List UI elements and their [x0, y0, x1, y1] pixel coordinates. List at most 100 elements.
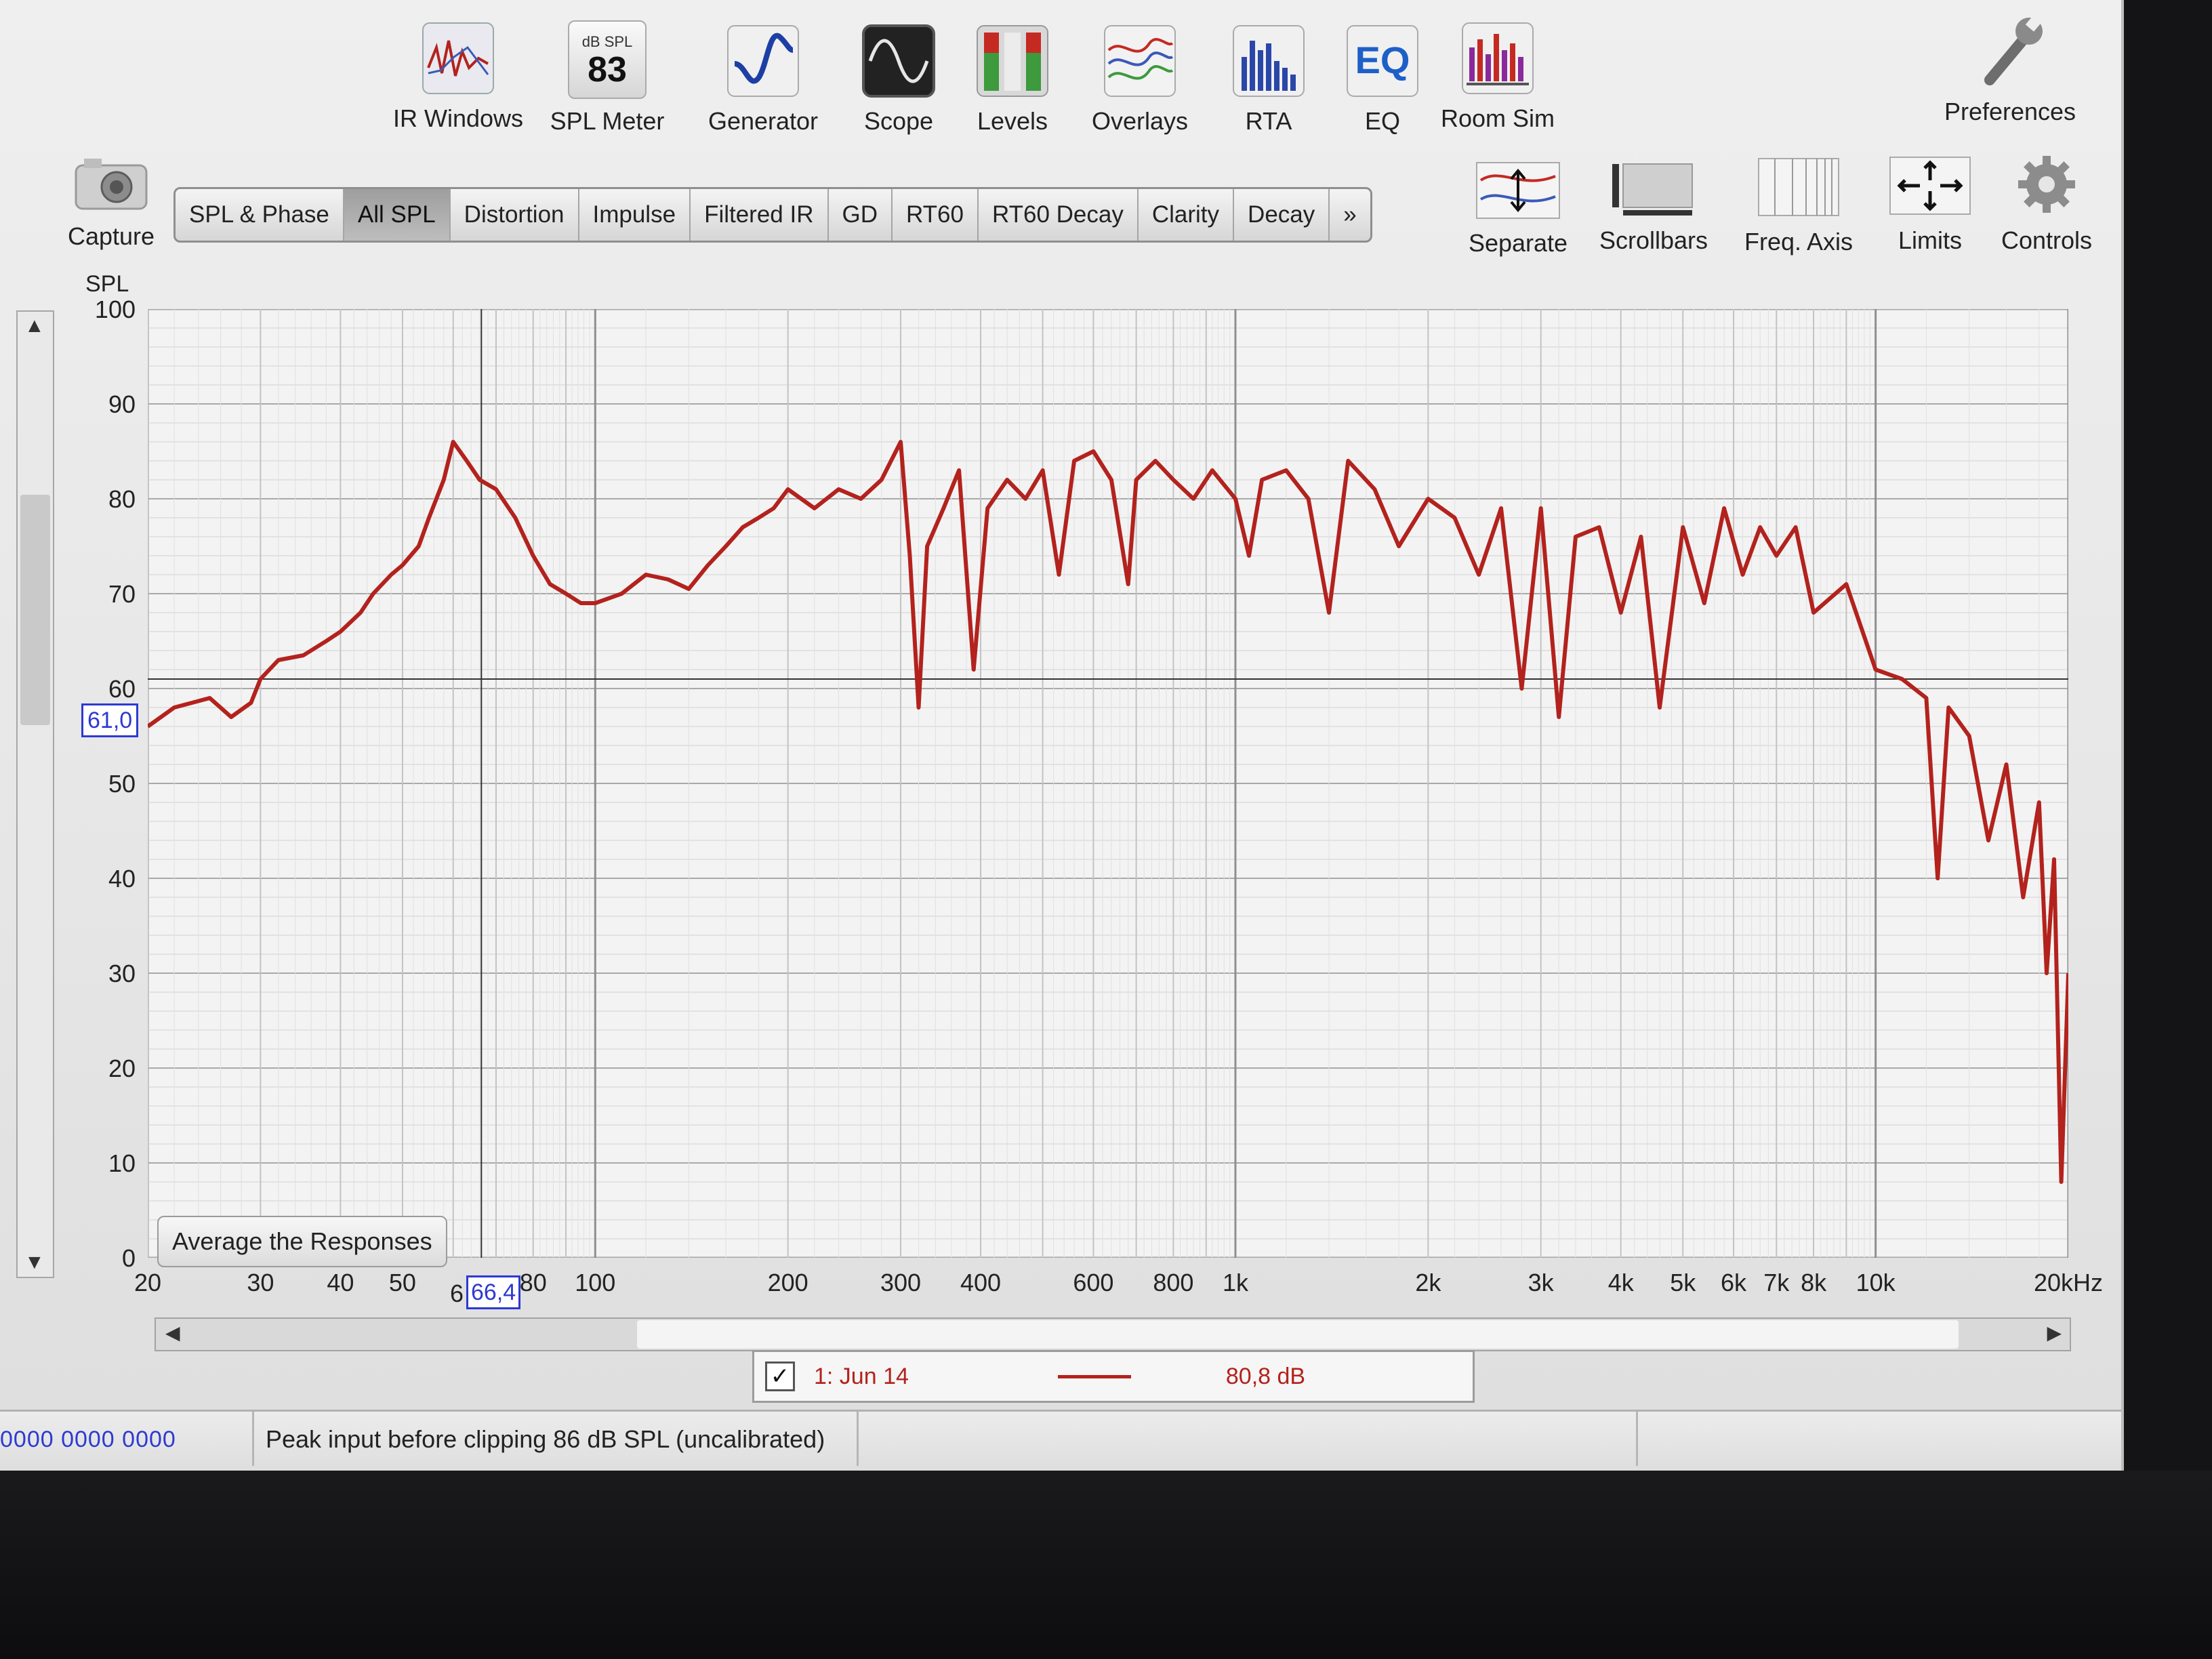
toolbar-label: Scope — [863, 107, 934, 135]
status-divider — [857, 1412, 859, 1466]
x-tick-label: 10k — [1856, 1269, 1896, 1296]
toolbar-levels[interactable]: Levels — [945, 23, 1080, 136]
tab-impulse[interactable]: Impulse — [579, 189, 691, 241]
average-responses-button[interactable]: Average the Responses — [157, 1216, 447, 1267]
toolbar-label: EQ — [1364, 107, 1400, 135]
graph-tabs: SPL & Phase All SPL Distortion Impulse F… — [173, 187, 1372, 243]
scroll-left-arrow-icon[interactable]: ◀ — [165, 1322, 180, 1344]
tab-spl-phase[interactable]: SPL & Phase — [176, 189, 344, 241]
wrench-icon — [1969, 8, 2051, 89]
x-tick-label: 4k — [1607, 1269, 1634, 1296]
x-tick-label: 800 — [1153, 1269, 1194, 1296]
toolbar-spl-meter[interactable]: dB SPL 83 SPL Meter — [539, 20, 675, 136]
scrollbars-icon — [1610, 157, 1698, 218]
controls-button[interactable]: Controls — [1979, 150, 2114, 255]
scroll-up-arrow-icon[interactable]: ▲ — [24, 314, 45, 337]
tab-filtered-ir[interactable]: Filtered IR — [691, 189, 829, 241]
gear-icon — [2009, 150, 2084, 218]
status-divider — [1636, 1412, 1638, 1466]
ir-windows-icon — [420, 20, 496, 96]
toolbar-label: Capture — [67, 222, 155, 250]
toolbar-preferences[interactable]: Preferences — [1942, 8, 2078, 126]
status-bar: 0000 0000 0000 Peak input before clippin… — [0, 1410, 2121, 1466]
tab-rt60-decay[interactable]: RT60 Decay — [979, 189, 1139, 241]
limits-button[interactable]: Limits — [1862, 153, 1998, 255]
spl-graph[interactable] — [148, 309, 2068, 1258]
x-tick-label: 200 — [767, 1269, 808, 1296]
toolbar-label: Room Sim — [1440, 104, 1555, 132]
y-tick-label: 90 — [108, 390, 136, 418]
y-tick-label: 0 — [121, 1244, 136, 1272]
toolbar-label: RTA — [1245, 107, 1292, 135]
eq-icon: EQ — [1345, 23, 1420, 99]
tab-clarity[interactable]: Clarity — [1139, 189, 1235, 241]
freq-axis-button[interactable]: Freq. Axis — [1731, 155, 1866, 256]
y-tick-label: 20 — [108, 1054, 136, 1082]
toolbar-ir-windows[interactable]: IR Windows — [390, 20, 526, 133]
toolbar-label: SPL Meter — [550, 107, 665, 135]
status-divider — [252, 1412, 254, 1466]
x-tick-label: 400 — [960, 1269, 1002, 1296]
toolbar-label: IR Windows — [392, 104, 524, 132]
spl-meter-unit: dB SPL — [581, 33, 633, 50]
tab-more[interactable]: » — [1330, 189, 1370, 241]
monitor-bezel — [0, 1471, 2212, 1659]
toolbar-label: Preferences — [1944, 98, 2076, 125]
tab-rt60[interactable]: RT60 — [893, 189, 979, 241]
x-tick-label: 7k — [1763, 1269, 1790, 1296]
scrollbars-button[interactable]: Scrollbars — [1586, 157, 1721, 255]
rta-icon — [1231, 23, 1307, 99]
spl-meter-value: 83 — [588, 50, 627, 89]
status-message: Peak input before clipping 86 dB SPL (un… — [266, 1425, 825, 1453]
freq-axis-icon — [1755, 155, 1843, 220]
separate-button[interactable]: Separate — [1450, 160, 1586, 258]
tab-gd[interactable]: GD — [829, 189, 893, 241]
toolbar-label: Freq. Axis — [1744, 228, 1853, 255]
camera-icon — [70, 153, 152, 214]
y-tick-label: 100 — [94, 295, 136, 323]
x-tick-label: 80 — [519, 1269, 547, 1296]
separate-icon — [1474, 160, 1562, 221]
scroll-down-arrow-icon[interactable]: ▼ — [24, 1251, 45, 1274]
toolbar-label: Scrollbars — [1599, 226, 1708, 254]
room-sim-icon — [1460, 20, 1536, 96]
toolbar-label: Limits — [1898, 226, 1962, 254]
y-tick-label: 40 — [108, 865, 136, 893]
toolbar-room-sim[interactable]: Room Sim — [1430, 20, 1565, 133]
x-tick-label: 5k — [1670, 1269, 1696, 1296]
toolbar-overlays[interactable]: Overlays — [1072, 23, 1208, 136]
x-tick-label: 20kHz — [2033, 1269, 2104, 1296]
scroll-right-arrow-icon[interactable]: ▶ — [2047, 1322, 2062, 1344]
x-tick-label: 1k — [1222, 1269, 1248, 1296]
horizontal-scrollbar[interactable]: ◀ ▶ — [155, 1317, 2071, 1351]
measurement-name[interactable]: 1: Jun 14 — [814, 1364, 909, 1390]
horizontal-scroll-thumb[interactable] — [637, 1320, 1959, 1349]
tab-distortion[interactable]: Distortion — [451, 189, 579, 241]
cursor-y-readout: 61,0 — [81, 703, 139, 737]
svg-text:EQ: EQ — [1355, 39, 1410, 81]
x-tick-label: 300 — [880, 1269, 922, 1296]
app-window: IR Windows dB SPL 83 SPL Meter Generator… — [0, 0, 2124, 1471]
vertical-scrollbar[interactable]: ▲ ▼ — [16, 310, 54, 1278]
toolbar-label: Separate — [1468, 229, 1568, 257]
x-tick-partial: 6 — [450, 1279, 464, 1307]
tab-all-spl[interactable]: All SPL — [344, 189, 451, 241]
x-tick-label: 20 — [134, 1269, 162, 1296]
x-tick-label: 40 — [327, 1269, 354, 1296]
x-tick-label: 50 — [388, 1269, 416, 1296]
scope-icon — [861, 23, 937, 99]
toolbar-generator[interactable]: Generator — [695, 23, 831, 136]
measurement-checkbox[interactable]: ✓ — [765, 1361, 795, 1391]
x-tick-label: 600 — [1073, 1269, 1114, 1296]
overlays-icon — [1102, 23, 1178, 99]
capture-button[interactable]: Capture — [43, 153, 179, 251]
y-tick-label: 70 — [108, 580, 136, 608]
x-tick-label: 30 — [247, 1269, 274, 1296]
trace-swatch — [1057, 1374, 1131, 1378]
y-tick-label: 30 — [108, 960, 136, 987]
measurement-value: 80,8 dB — [1225, 1363, 1306, 1389]
status-counters: 0000 0000 0000 — [0, 1427, 176, 1452]
tab-decay[interactable]: Decay — [1234, 189, 1330, 241]
measurement-legend: ✓ 1: Jun 14 80,8 dB — [752, 1350, 1475, 1403]
vertical-scroll-thumb[interactable] — [20, 495, 50, 725]
